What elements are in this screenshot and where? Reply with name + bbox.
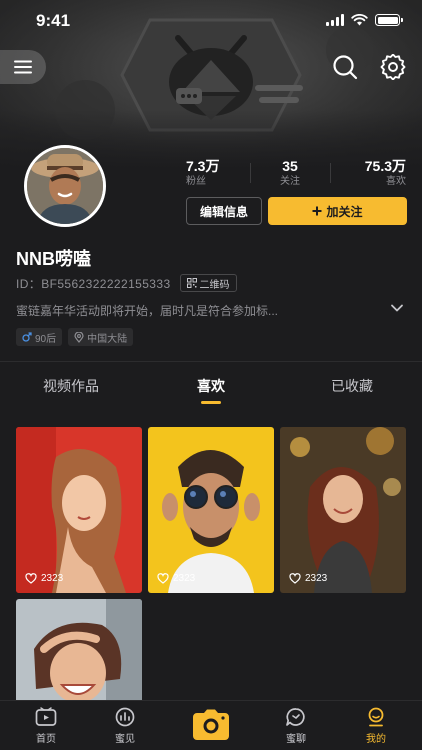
wifi-icon [351, 14, 368, 26]
like-count-value: 2323 [41, 573, 64, 584]
discover-icon [115, 707, 135, 727]
like-count: 2323 [157, 573, 195, 584]
tabbar-me-label: 我的 [366, 734, 386, 745]
battery-icon [375, 14, 403, 26]
avatar[interactable] [24, 145, 106, 227]
video-thumbnail [16, 427, 142, 593]
qr-code-button[interactable]: 二维码 [179, 274, 237, 292]
stat-value: 75.3万 [364, 158, 406, 174]
video-thumbnail [16, 599, 142, 709]
follow-label: 加关注 [326, 204, 363, 219]
edit-profile-button[interactable]: 编辑信息 [186, 197, 262, 225]
heart-icon [157, 573, 169, 584]
status-icons [326, 14, 403, 26]
stat-likes[interactable]: 75.3万 喜欢 [330, 158, 410, 188]
tab-likes[interactable]: 喜欢 [197, 376, 225, 396]
stat-following[interactable]: 35 关注 [250, 158, 331, 188]
male-icon [22, 332, 32, 342]
tabbar-chat[interactable]: 蜜聊 [266, 707, 326, 745]
stat-value: 35 [282, 158, 298, 174]
camera-button[interactable] [191, 708, 231, 742]
heart-icon [289, 573, 301, 584]
profile-tags: 90后 中国大陆 [16, 328, 134, 346]
bio-text: 蜜链嘉年华活动即将开始，届时凡是符合参加标... [16, 304, 279, 318]
plus-icon [312, 206, 322, 216]
tabbar-home[interactable]: 首页 [16, 707, 76, 745]
menu-button[interactable] [0, 50, 46, 84]
tab-videos[interactable]: 视频作品 [43, 376, 99, 396]
camera-icon [193, 709, 229, 740]
profile-stats: 7.3万 粉丝 35 关注 75.3万 喜欢 [170, 158, 410, 188]
uid-row: ID：BF5562322222155333 二维码 [16, 274, 237, 292]
hamburger-icon [14, 60, 32, 74]
stat-label: 关注 [280, 176, 300, 187]
like-count: 2323 [25, 573, 63, 584]
chevron-down-icon[interactable] [390, 303, 404, 313]
search-button[interactable] [330, 52, 360, 82]
me-icon [368, 707, 384, 727]
stat-fans[interactable]: 7.3万 粉丝 [170, 158, 251, 188]
chat-icon [286, 708, 305, 726]
location-tag: 中国大陆 [68, 328, 134, 346]
section-divider [0, 361, 422, 362]
active-tab-indicator [201, 401, 221, 404]
location-tag-label: 中国大陆 [87, 333, 128, 345]
username: NNB唠嗑 [16, 249, 91, 269]
tabbar-me[interactable]: 我的 [346, 707, 406, 745]
search-icon [333, 55, 358, 80]
like-count-value: 2323 [173, 573, 196, 584]
stat-label: 喜欢 [386, 176, 406, 187]
video-thumbnail [280, 427, 406, 593]
video-card[interactable]: 2323 [280, 427, 406, 593]
like-count: 2323 [289, 573, 327, 584]
video-card[interactable]: 2323 [16, 427, 142, 593]
settings-button[interactable] [378, 52, 408, 82]
status-bar: 9:41 [0, 0, 422, 44]
signal-icon [326, 14, 344, 26]
stat-value: 7.3万 [186, 158, 220, 174]
age-tag: 90后 [16, 328, 63, 346]
video-card[interactable]: 2323 [148, 427, 274, 593]
video-card[interactable] [16, 599, 142, 709]
stat-label: 粉丝 [186, 176, 206, 187]
tabbar-discover[interactable]: 蜜见 [95, 707, 155, 745]
tabbar-discover-label: 蜜见 [115, 734, 135, 745]
tabbar-chat-label: 蜜聊 [286, 734, 306, 745]
qr-code-icon [186, 278, 197, 288]
home-icon [35, 707, 57, 726]
age-tag-label: 90后 [35, 333, 57, 345]
heart-icon [25, 573, 37, 584]
status-time: 9:41 [36, 11, 71, 30]
user-id: ID：BF5562322222155333 [16, 276, 171, 291]
video-thumbnail [148, 427, 274, 593]
follow-button[interactable]: 加关注 [268, 197, 407, 225]
qr-code-label: 二维码 [199, 279, 230, 291]
location-icon [74, 331, 84, 343]
tab-favorites[interactable]: 已收藏 [331, 376, 373, 396]
like-count-value: 2323 [305, 573, 328, 584]
gear-icon [380, 54, 406, 80]
avatar-image [27, 148, 103, 224]
tabbar-home-label: 首页 [36, 734, 56, 745]
